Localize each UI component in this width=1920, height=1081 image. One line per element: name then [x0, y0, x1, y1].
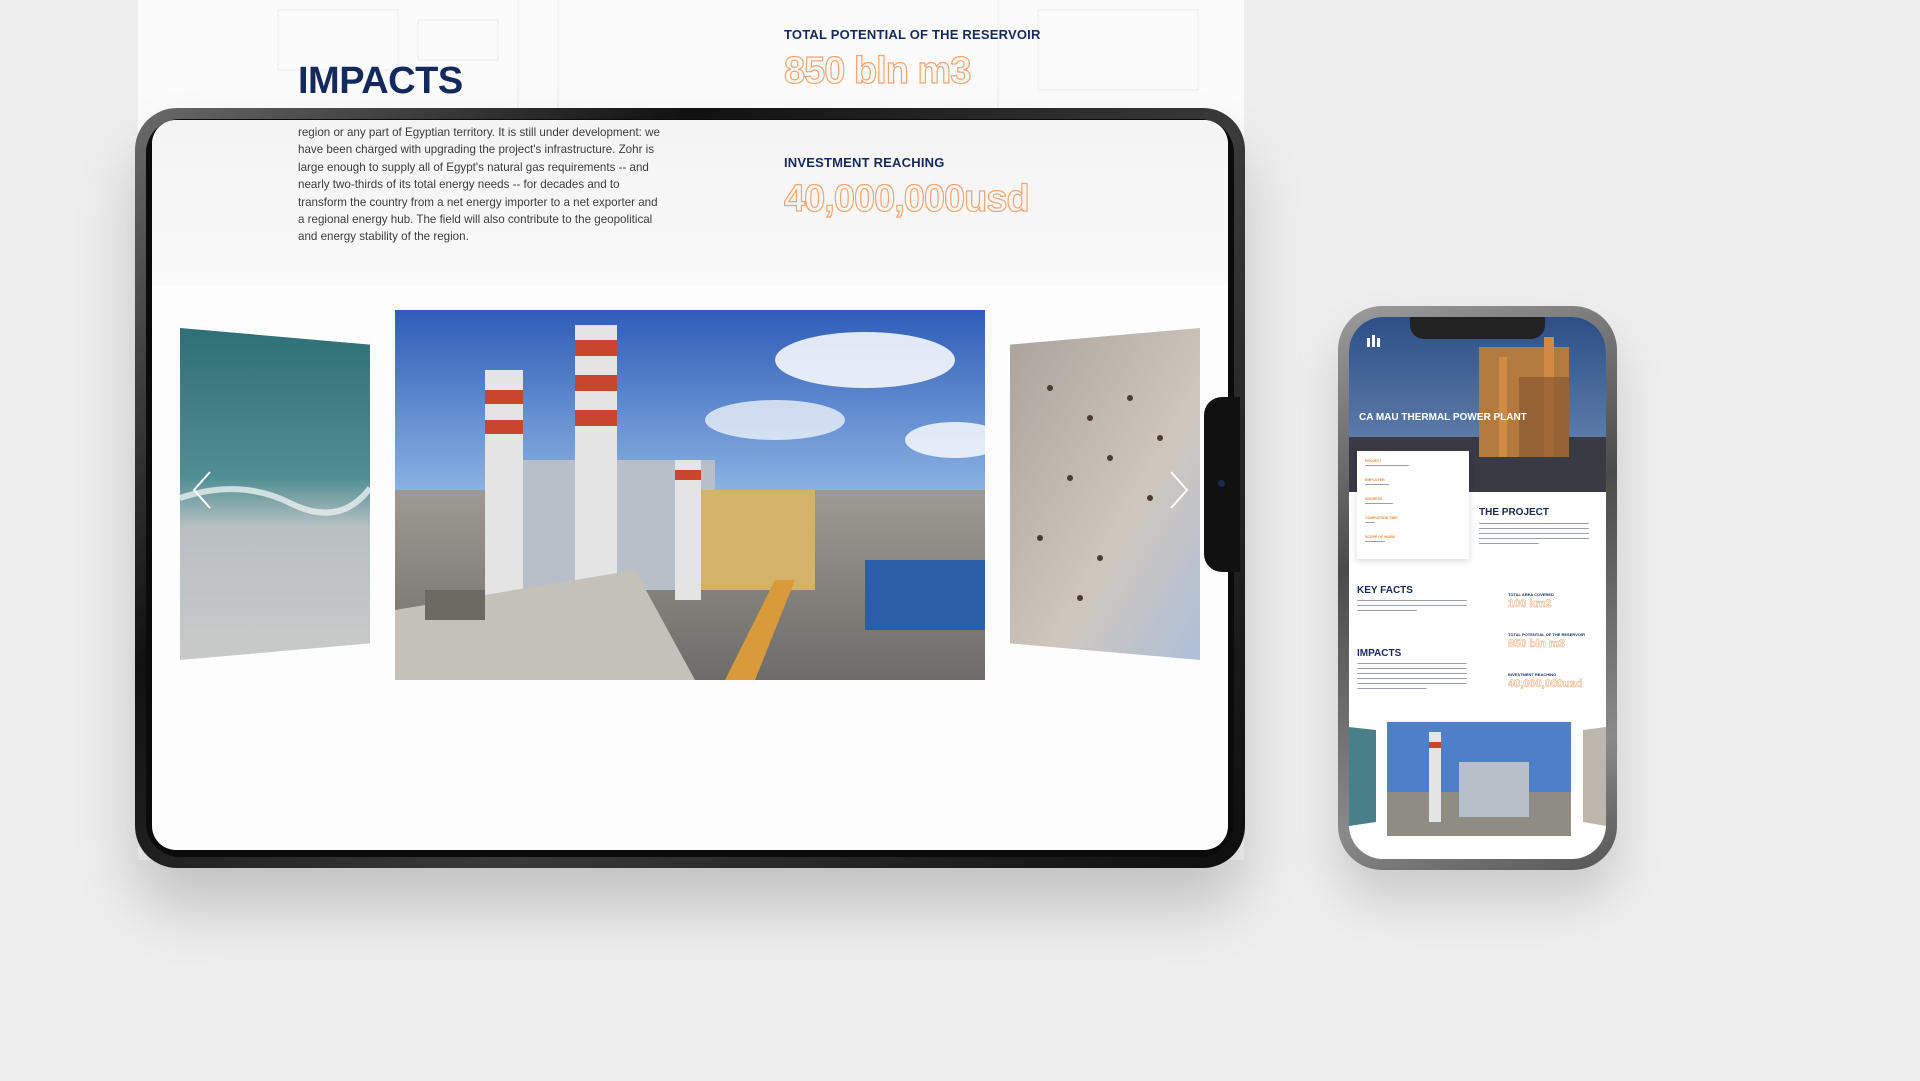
- phone-investment-label: INVESTMENT REACHING: [1508, 672, 1557, 677]
- phone-reservoir-value: 850 bln m3: [1508, 638, 1565, 651]
- paragraph-line: nearly two-thirds of its total energy ne…: [298, 178, 620, 192]
- camera-lens: [1218, 480, 1225, 487]
- phone-investment-value: 40,000,000usd: [1508, 678, 1583, 691]
- chevron-right-icon: [1170, 471, 1189, 509]
- paragraph-line: and energy stability of the region.: [298, 230, 469, 244]
- phone-area-label: TOTAL AREA COVERED: [1508, 592, 1554, 597]
- investment-label: INVESTMENT REACHING: [784, 155, 945, 170]
- carousel-next-button[interactable]: [1167, 470, 1191, 517]
- info-label-project: PROJECT: [1365, 459, 1382, 463]
- paragraph-line: transform the country from a net energy …: [298, 195, 658, 209]
- power-plant-image: [395, 310, 985, 680]
- investment-value: 40,000,000usd: [783, 177, 1030, 220]
- paragraph-line: large enough to supply all of Egypt's na…: [298, 160, 649, 174]
- tablet-camera-notch: [1204, 397, 1240, 572]
- phone-device-frame: CA MAU THERMAL POWER PLANT PROJECT EMPLO…: [1338, 306, 1617, 870]
- reservoir-potential-label: TOTAL POTENTIAL OF THE RESERVOIR: [784, 27, 1041, 42]
- carousel-prev-button[interactable]: [190, 470, 214, 517]
- reservoir-potential-value: 850 bln m3: [783, 49, 972, 92]
- info-label-completion: COMPLETION TIME: [1365, 516, 1398, 520]
- phone-info-card: PROJECT EMPLOYER ADDRESS COMPLETION TIME…: [1357, 451, 1469, 559]
- info-label-employer: EMPLOYER: [1365, 478, 1385, 482]
- info-label-scope: SCOPE OF WORK: [1365, 535, 1396, 539]
- chevron-left-icon: [192, 471, 211, 509]
- info-label-address: ADDRESS: [1365, 497, 1383, 501]
- carousel-slide-active[interactable]: [395, 310, 985, 680]
- phone-area-value: 100 km2: [1508, 598, 1552, 611]
- impacts-heading: IMPACTS: [298, 60, 463, 102]
- phone-reservoir-label: TOTAL POTENTIAL OF THE RESERVOIR: [1508, 632, 1585, 637]
- paragraph-line: have been charged with upgrading the pro…: [298, 143, 655, 157]
- paragraph-line: region or any part of Egyptian territory…: [298, 126, 660, 139]
- phone-hero-title: CA MAU THERMAL POWER PLANT: [1359, 412, 1527, 423]
- phone-impacts-title: IMPACTS: [1357, 648, 1402, 659]
- phone-notch: [1410, 317, 1545, 339]
- impacts-paragraph: region or any part of Egyptian territory…: [298, 124, 678, 246]
- paragraph-line: a regional energy hub. The field will al…: [298, 213, 653, 227]
- phone-carousel[interactable]: [1349, 722, 1606, 842]
- phone-key-facts-title: KEY FACTS: [1357, 585, 1413, 596]
- phone-project-title: THE PROJECT: [1479, 507, 1550, 518]
- brand-logo-icon: [1367, 335, 1380, 347]
- phone-screen: CA MAU THERMAL POWER PLANT PROJECT EMPLO…: [1349, 317, 1606, 859]
